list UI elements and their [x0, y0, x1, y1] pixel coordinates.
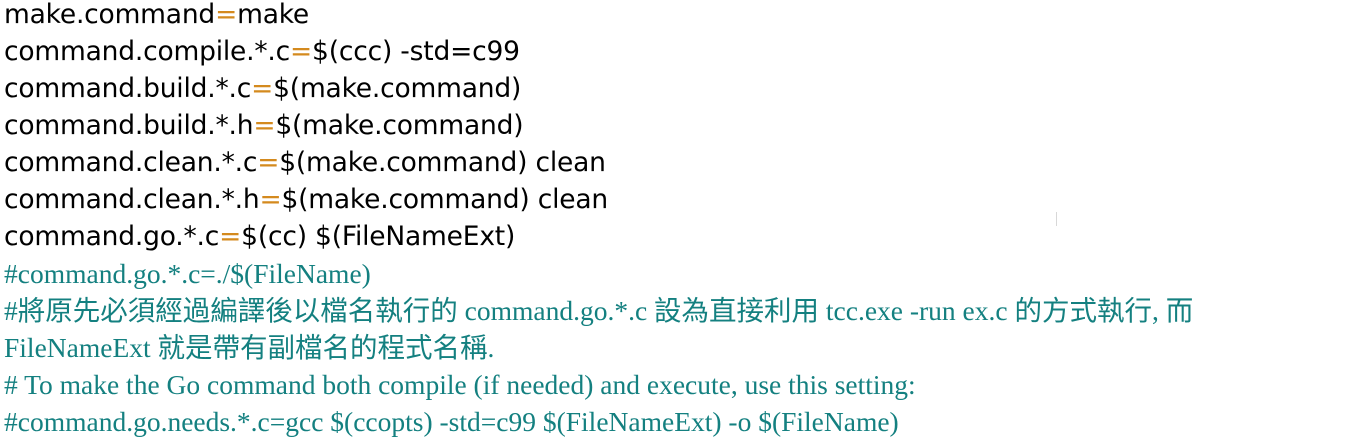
text-cursor-mark: [1056, 212, 1057, 226]
comment-line[interactable]: # To make the Go command both compile (i…: [4, 366, 916, 403]
assignment-operator: =: [259, 184, 282, 215]
assignment-operator: =: [219, 221, 242, 252]
setting-value: $(make.command): [273, 73, 522, 104]
setting-line[interactable]: command.clean.*.c=$(make.command) clean: [4, 144, 606, 181]
assignment-operator: =: [251, 73, 274, 104]
setting-value: $(make.command) clean: [281, 184, 608, 215]
setting-line[interactable]: command.compile.*.c=$(ccc) -std=c99: [4, 33, 520, 70]
setting-key: command.build.*.c: [4, 73, 252, 104]
setting-value: make: [237, 0, 310, 30]
assignment-operator: =: [257, 147, 280, 178]
setting-key: make.command: [4, 0, 216, 30]
setting-key: command.clean.*.c: [4, 147, 258, 178]
comment-line[interactable]: #command.go.*.c=./$(FileName): [4, 255, 371, 292]
setting-line[interactable]: command.build.*.h=$(make.command): [4, 107, 524, 144]
setting-line[interactable]: command.clean.*.h=$(make.command) clean: [4, 181, 608, 218]
comment-line[interactable]: #command.go.needs.*.c=gcc $(ccopts) -std…: [4, 403, 899, 440]
assignment-operator: =: [215, 0, 238, 30]
setting-value: $(ccc) -std=c99: [312, 36, 520, 67]
setting-key: command.compile.*.c: [4, 36, 291, 67]
setting-value: $(cc) $(FileNameExt): [241, 221, 516, 252]
setting-key: command.build.*.h: [4, 110, 254, 141]
assignment-operator: =: [253, 110, 276, 141]
setting-value: $(make.command) clean: [279, 147, 606, 178]
text-editor-pane[interactable]: make.command=make command.compile.*.c=$(…: [0, 0, 1372, 447]
setting-key: command.go.*.c: [4, 221, 220, 252]
setting-line[interactable]: command.go.*.c=$(cc) $(FileNameExt): [4, 218, 515, 255]
setting-line[interactable]: make.command=make: [4, 0, 309, 33]
setting-line[interactable]: command.build.*.c=$(make.command): [4, 70, 521, 107]
setting-key: command.clean.*.h: [4, 184, 260, 215]
comment-line[interactable]: #將原先必須經過編譯後以檔名執行的 command.go.*.c 設為直接利用 …: [4, 292, 1193, 329]
assignment-operator: =: [290, 36, 313, 67]
setting-value: $(make.command): [275, 110, 524, 141]
comment-line[interactable]: FileNameExt 就是帶有副檔名的程式名稱.: [4, 329, 494, 366]
